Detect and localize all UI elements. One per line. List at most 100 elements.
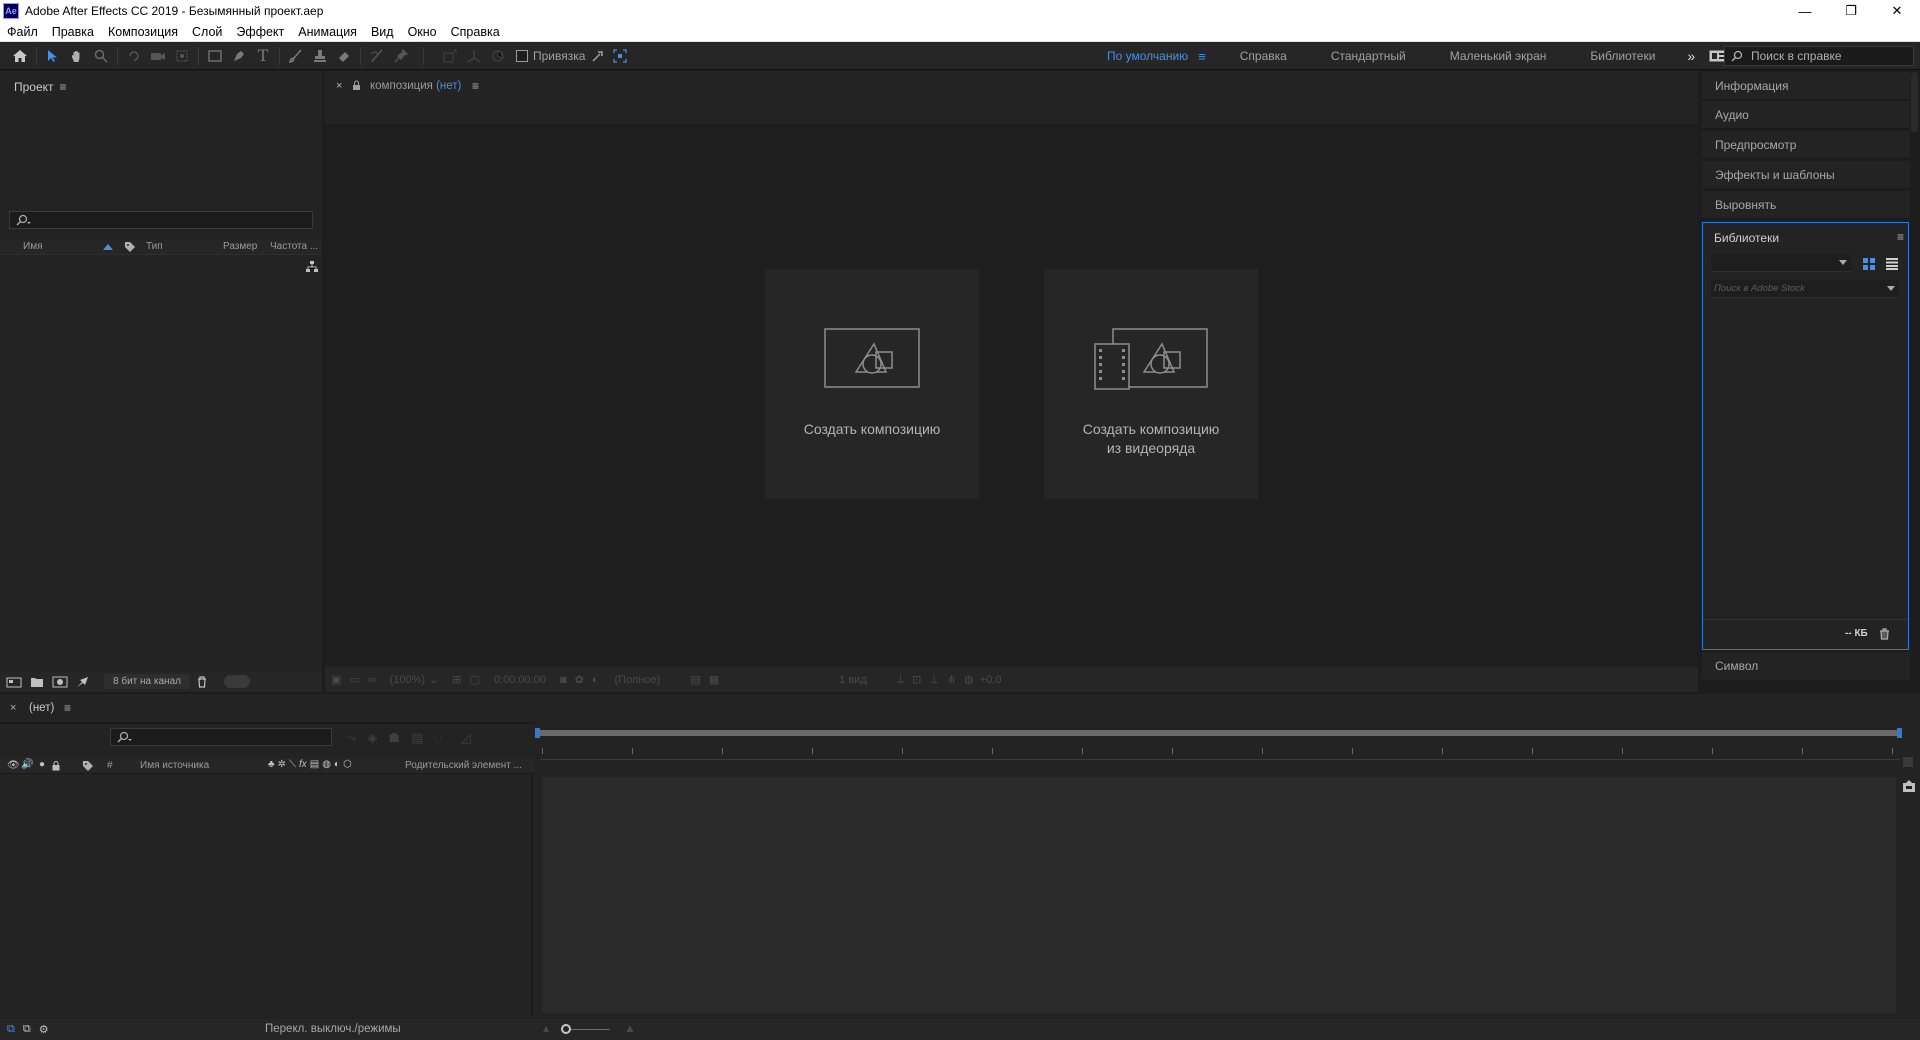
monitor-icon[interactable]: ▭ <box>349 673 359 686</box>
transfer-controls-pane-icon[interactable]: ⧉ <box>23 1023 31 1036</box>
close-tab-icon[interactable]: × <box>336 80 342 92</box>
help-search-input[interactable]: Поиск в справке <box>1724 46 1914 66</box>
clone-stamp-tool[interactable] <box>308 45 332 67</box>
current-time[interactable]: 0:00:00:00 <box>494 674 546 686</box>
timeline-icon[interactable]: ⊥ <box>929 673 939 686</box>
zoom-in-icon[interactable]: ▲ <box>624 1021 636 1035</box>
eraser-tool[interactable] <box>332 45 356 67</box>
home-button[interactable] <box>8 45 32 67</box>
menu-effect[interactable]: Эффект <box>229 25 291 39</box>
solo-dot-icon[interactable]: ● <box>39 759 45 770</box>
camera-tool[interactable] <box>146 45 170 67</box>
info-panel[interactable]: Информация <box>1702 72 1910 100</box>
shy-icon[interactable]: ♣ <box>268 759 275 770</box>
menu-composition[interactable]: Композиция <box>101 25 185 39</box>
views-dropdown[interactable]: 1 вид <box>839 674 867 686</box>
type-tool[interactable]: T <box>251 45 275 67</box>
panel-menu-icon[interactable]: ≡ <box>1897 230 1904 244</box>
grid-view-icon[interactable] <box>1863 258 1875 270</box>
list-view-icon[interactable] <box>1886 258 1898 270</box>
workspace-overflow-icon[interactable]: » <box>1677 48 1705 64</box>
audio-panel[interactable]: Аудио <box>1702 101 1910 129</box>
pan-behind-tool[interactable] <box>170 45 194 67</box>
frame-blend-icon[interactable]: ▤ <box>310 759 319 770</box>
exposure-value[interactable]: +0,0 <box>980 674 1002 686</box>
workspace-standard[interactable]: Стандартный <box>1309 49 1428 63</box>
fast-previews-icon[interactable]: ⊡ <box>912 673 921 686</box>
menu-file[interactable]: Файл <box>0 25 45 39</box>
audio-speaker-icon[interactable]: 🔊 <box>21 759 33 770</box>
layer-switches-pane-icon[interactable]: ⧉ <box>7 1023 15 1036</box>
resolution-dropdown[interactable]: (Полное) <box>615 674 661 686</box>
minimize-button[interactable]: — <box>1782 0 1828 22</box>
workspace-small-screen[interactable]: Маленький экран <box>1428 49 1569 63</box>
close-button[interactable]: ✕ <box>1874 0 1920 22</box>
menu-window[interactable]: Окно <box>401 25 444 39</box>
new-composition-icon[interactable] <box>52 676 68 688</box>
project-panel-tab[interactable]: Проект ≡ <box>14 80 67 94</box>
adjustment-layer-icon[interactable]: ◐ <box>334 759 340 770</box>
region-of-interest-icon[interactable]: ▤ <box>690 673 700 686</box>
flowchart-icon[interactable] <box>306 261 318 273</box>
graph-editor-icon[interactable]: ◿ <box>461 730 471 746</box>
collapse-icon[interactable]: ✲ <box>278 759 286 770</box>
column-layer-number[interactable]: # <box>107 760 113 771</box>
menu-view[interactable]: Вид <box>364 25 401 39</box>
timeline-track-area[interactable] <box>542 777 1896 1013</box>
interpret-footage-icon[interactable] <box>6 676 22 688</box>
snap-toggle[interactable]: Привязка <box>516 49 628 63</box>
column-name[interactable]: Имя <box>23 241 42 252</box>
workspace-libraries[interactable]: Библиотеки <box>1568 49 1677 63</box>
motion-blur-icon[interactable]: ◌ <box>434 730 442 746</box>
workspace-default[interactable]: По умолчанию <box>1085 49 1198 63</box>
timeline-search-input[interactable] <box>110 728 332 746</box>
always-preview-icon[interactable]: ▣ <box>331 673 341 686</box>
lock-icon[interactable] <box>352 80 361 91</box>
new-composition-from-footage-card[interactable]: Создать композицию из видеоряда <box>1044 269 1258 499</box>
composition-mini-flowchart-icon[interactable]: ⤳ <box>346 730 356 746</box>
time-ruler[interactable] <box>540 740 1900 760</box>
timeline-zoom-handle[interactable] <box>561 1024 571 1034</box>
menu-animation[interactable]: Анимация <box>291 25 364 39</box>
restore-button[interactable]: ❐ <box>1828 0 1874 22</box>
selection-tool[interactable] <box>41 45 65 67</box>
effects-presets-panel[interactable]: Эффекты и шаблоны <box>1702 161 1910 189</box>
workspace-help[interactable]: Справка <box>1218 49 1309 63</box>
panel-menu-icon[interactable]: ≡ <box>60 80 67 94</box>
trash-icon[interactable] <box>196 675 208 688</box>
reset-exposure-icon[interactable]: ◍ <box>964 673 974 686</box>
render-queue-icon[interactable] <box>76 676 90 688</box>
bit-depth-button[interactable]: 8 бит на канал <box>104 674 190 689</box>
menu-layer[interactable]: Слой <box>185 25 229 39</box>
sort-ascending-icon[interactable] <box>102 243 114 251</box>
label-tag-icon[interactable] <box>82 760 94 772</box>
transparency-grid-icon[interactable]: ▦ <box>709 673 719 686</box>
menu-edit[interactable]: Правка <box>45 25 101 39</box>
snap-checkbox[interactable] <box>516 49 528 62</box>
column-type[interactable]: Тип <box>146 241 163 252</box>
flowchart-icon[interactable]: ⋔ <box>947 673 956 686</box>
project-search-input[interactable] <box>9 211 313 229</box>
grid-guides-icon[interactable]: ⊞ <box>452 673 461 686</box>
character-panel[interactable]: Символ <box>1702 652 1910 680</box>
align-panel[interactable]: Выровнять <box>1702 191 1910 219</box>
trash-icon[interactable] <box>1879 628 1890 640</box>
snapshot-camera-icon[interactable]: ◙ <box>560 674 567 686</box>
view-axis-mode[interactable] <box>486 45 510 67</box>
motion-blur-icon[interactable]: ◍ <box>322 759 331 770</box>
work-area-bar[interactable] <box>535 728 1902 738</box>
close-tab-icon[interactable]: × <box>10 702 16 714</box>
vr-glasses-icon[interactable]: ∞ <box>368 674 376 686</box>
puppet-pin-tool[interactable] <box>389 45 413 67</box>
brush-tool[interactable] <box>284 45 308 67</box>
right-panel-scrollbar[interactable] <box>1911 72 1918 132</box>
column-parent[interactable]: Родительский элемент ... <box>405 760 522 771</box>
panel-menu-icon[interactable]: ≡ <box>472 79 479 93</box>
shy-layers-icon[interactable]: ☗ <box>388 730 400 746</box>
mask-visibility-icon[interactable]: ▢ <box>470 673 480 686</box>
3d-view-icon[interactable]: ⟂ <box>897 673 904 686</box>
panel-menu-icon[interactable]: ≡ <box>64 701 71 715</box>
video-eye-icon[interactable]: 👁 <box>7 760 20 771</box>
quality-icon[interactable]: ⟍ <box>289 759 296 770</box>
workspace-menu-icon[interactable]: ≡ <box>1198 49 1206 64</box>
